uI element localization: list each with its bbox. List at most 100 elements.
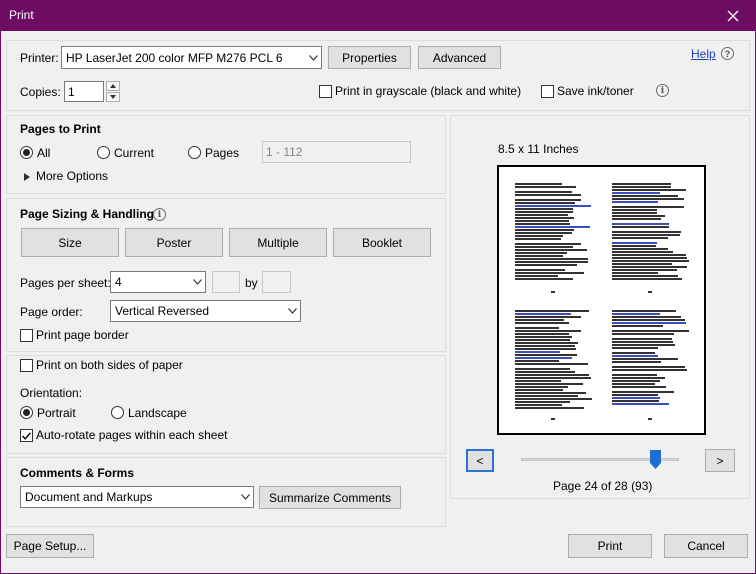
save-ink-checkbox[interactable] (541, 85, 554, 98)
triangle-right-icon[interactable] (24, 170, 30, 184)
radio-landscape[interactable] (111, 406, 124, 419)
print-button[interactable]: Print (568, 534, 652, 558)
preview-page-3 (515, 310, 593, 422)
copies-input[interactable]: 1 (64, 81, 104, 102)
more-options-label[interactable]: More Options (36, 169, 108, 183)
preview-text-line (612, 316, 682, 318)
preview-text-line (515, 327, 560, 329)
printer-select[interactable]: HP LaserJet 200 color MFP M276 PCL 6 (61, 46, 322, 69)
sizing-info-icon[interactable]: i (153, 208, 166, 221)
preview-text-line (612, 386, 667, 388)
rows-input[interactable] (262, 271, 291, 293)
preview-text-line (612, 223, 670, 225)
preview-text-line (515, 360, 560, 362)
preview-text-line (612, 192, 661, 194)
info-icon[interactable]: i (656, 84, 669, 97)
preview-text-line (515, 404, 563, 406)
chevron-down-icon (189, 272, 205, 292)
save-ink-label[interactable]: Save ink/toner (557, 84, 634, 98)
page-order-select[interactable]: Vertical Reversed (110, 300, 301, 322)
preview-text-line (515, 272, 584, 274)
preview-text-line (515, 377, 592, 379)
grayscale-checkbox[interactable] (319, 85, 332, 98)
preview-text-line (515, 319, 564, 321)
preview-text-line (515, 310, 589, 312)
radio-portrait-label[interactable]: Portrait (37, 406, 76, 420)
both-sides-checkbox[interactable] (20, 359, 33, 372)
preview-text-line (515, 322, 569, 324)
preview-text-line (612, 391, 674, 393)
radio-all-label[interactable]: All (37, 146, 50, 160)
radio-current-label[interactable]: Current (114, 146, 154, 160)
stepper-up-icon[interactable] (106, 81, 120, 91)
preview-text-line (612, 313, 660, 315)
preview-text-line (612, 369, 687, 371)
copies-stepper[interactable] (106, 81, 120, 102)
preview-text-line (515, 269, 566, 271)
preview-text-line (515, 401, 570, 403)
prev-page-button[interactable]: < (466, 449, 494, 472)
radio-pages-label[interactable]: Pages (205, 146, 239, 160)
advanced-button[interactable]: Advanced (418, 46, 501, 69)
pages-per-sheet-select[interactable]: 4 (110, 271, 206, 293)
pages-to-print-title: Pages to Print (20, 122, 101, 136)
cols-input[interactable] (212, 271, 240, 293)
preview-text-line (515, 368, 570, 370)
radio-current[interactable] (97, 146, 110, 159)
window-title: Print (9, 8, 34, 22)
pages-range-input[interactable]: 1 - 112 (262, 141, 411, 163)
preview-text-line (612, 397, 660, 399)
preview-text-line (612, 358, 679, 360)
preview-text-line (515, 194, 581, 196)
multiple-button[interactable]: Multiple (229, 228, 327, 257)
preview-text-line (515, 336, 572, 338)
comments-select[interactable]: Document and Markups (20, 486, 254, 508)
preview-text-line (612, 403, 670, 405)
preview-text-line (612, 248, 669, 250)
preview-text-line (612, 319, 686, 321)
preview-text-line (515, 313, 571, 315)
comments-value: Document and Markups (25, 490, 153, 504)
preview-text-line (612, 366, 685, 368)
preview-text-line (612, 263, 673, 265)
preview-page-number (550, 291, 555, 293)
cancel-button[interactable]: Cancel (664, 534, 748, 558)
preview-text-line (515, 183, 562, 185)
preview-text-line (515, 278, 574, 280)
page-slider-thumb[interactable] (650, 450, 662, 469)
stepper-down-icon[interactable] (106, 92, 120, 102)
both-sides-label[interactable]: Print on both sides of paper (36, 358, 183, 372)
preview-text-line (515, 191, 573, 193)
printer-label: Printer: (20, 51, 59, 65)
radio-pages[interactable] (188, 146, 201, 159)
chevron-down-icon (305, 47, 321, 68)
radio-all[interactable] (20, 146, 33, 159)
preview-text-line (612, 215, 666, 217)
help-icon[interactable]: ? (721, 47, 734, 60)
radio-portrait[interactable] (20, 406, 33, 419)
autorotate-checkbox[interactable] (20, 429, 33, 442)
properties-button[interactable]: Properties (328, 46, 411, 69)
preview-text-line (612, 361, 661, 363)
preview-text-line (515, 345, 575, 347)
summarize-comments-button[interactable]: Summarize Comments (259, 486, 401, 509)
grayscale-label[interactable]: Print in grayscale (black and white) (335, 84, 521, 98)
size-button[interactable]: Size (21, 228, 119, 257)
print-border-label[interactable]: Print page border (36, 328, 129, 342)
radio-landscape-label[interactable]: Landscape (128, 406, 187, 420)
preview-text-line (515, 330, 581, 332)
help-link[interactable]: Help (691, 47, 716, 61)
next-page-button[interactable]: > (705, 449, 735, 472)
preview-text-line (515, 407, 584, 409)
preview-text-line (515, 235, 563, 237)
poster-button[interactable]: Poster (125, 228, 223, 257)
preview-text-line (612, 260, 689, 262)
print-border-checkbox[interactable] (20, 329, 33, 342)
close-button[interactable] (710, 0, 756, 31)
booklet-button[interactable]: Booklet (333, 228, 431, 257)
page-setup-button[interactable]: Page Setup... (6, 534, 94, 558)
preview-text-line (515, 351, 561, 353)
preview-text-line (612, 325, 664, 327)
preview-text-line (515, 258, 589, 260)
autorotate-label[interactable]: Auto-rotate pages within each sheet (36, 428, 227, 442)
